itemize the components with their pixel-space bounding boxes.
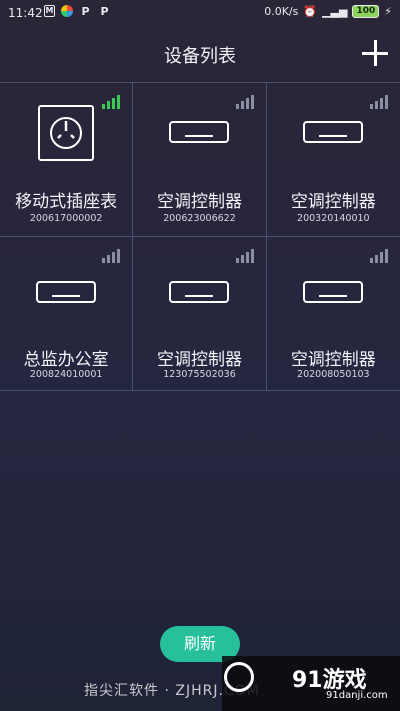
device-name: 空调控制器	[290, 192, 376, 212]
device-id: 202008050103	[297, 369, 370, 380]
device-name: 空调控制器	[156, 350, 242, 370]
device-name: 总监办公室	[23, 350, 109, 370]
alarm-icon: ⏰	[303, 5, 318, 18]
air-conditioner-icon	[169, 281, 230, 303]
device-id: 200320140010	[297, 213, 370, 224]
signal-icon	[102, 247, 122, 263]
signal-icon	[235, 247, 256, 263]
p-app-icon: P	[81, 5, 90, 18]
signal-icon	[369, 247, 390, 263]
signal-icon	[235, 93, 256, 109]
device-name: 空调控制器	[156, 192, 242, 212]
device-id: 123075502036	[163, 369, 236, 380]
device-card[interactable]: 空调控制器 200623006622	[133, 83, 267, 237]
watermark-logo-icon	[224, 662, 254, 692]
air-conditioner-icon	[303, 281, 364, 303]
notification-icon: M	[44, 5, 55, 17]
device-id: 200623006622	[163, 213, 236, 224]
network-speed: 0.0K/s	[264, 5, 299, 18]
watermark-url: 91danji.com	[326, 690, 388, 701]
add-device-button[interactable]	[362, 40, 388, 66]
air-conditioner-icon	[303, 121, 364, 143]
device-id: 200617000002	[29, 213, 103, 224]
device-card[interactable]: 移动式插座表 200617000002	[0, 83, 134, 237]
device-name: 空调控制器	[290, 350, 376, 370]
device-name: 移动式插座表	[15, 192, 118, 212]
battery-icon: 100	[352, 5, 380, 18]
signal-icon	[369, 93, 390, 109]
charging-icon: ⚡	[384, 5, 392, 18]
signal-icon	[102, 93, 122, 109]
notification-icons: M P P	[44, 5, 111, 18]
device-id: 200824010001	[29, 369, 103, 380]
device-card[interactable]: 空调控制器 200320140010	[266, 83, 400, 237]
signal-status-icon: ▁▃▅	[322, 5, 348, 18]
device-card[interactable]: 总监办公室 200824010001	[0, 237, 134, 391]
device-card[interactable]: 空调控制器 202008050103	[266, 237, 400, 391]
device-card[interactable]: 空调控制器 123075502036	[133, 237, 267, 391]
socket-icon	[38, 105, 95, 161]
status-right: 0.0K/s ⏰ ▁▃▅ 100 ⚡	[264, 5, 392, 18]
page-title: 设备列表	[164, 46, 236, 67]
app-icon	[61, 5, 73, 17]
air-conditioner-icon	[36, 281, 97, 303]
watermark: 91游戏 91danji.com	[222, 656, 400, 711]
air-conditioner-icon	[169, 121, 230, 143]
status-time: 11:42	[8, 6, 43, 20]
device-grid: 移动式插座表 200617000002 空调控制器 200623006622 空…	[0, 82, 400, 391]
p-app-icon: P	[100, 5, 109, 18]
status-bar: 11:42 M P P 0.0K/s ⏰ ▁▃▅ 100 ⚡	[0, 0, 400, 28]
